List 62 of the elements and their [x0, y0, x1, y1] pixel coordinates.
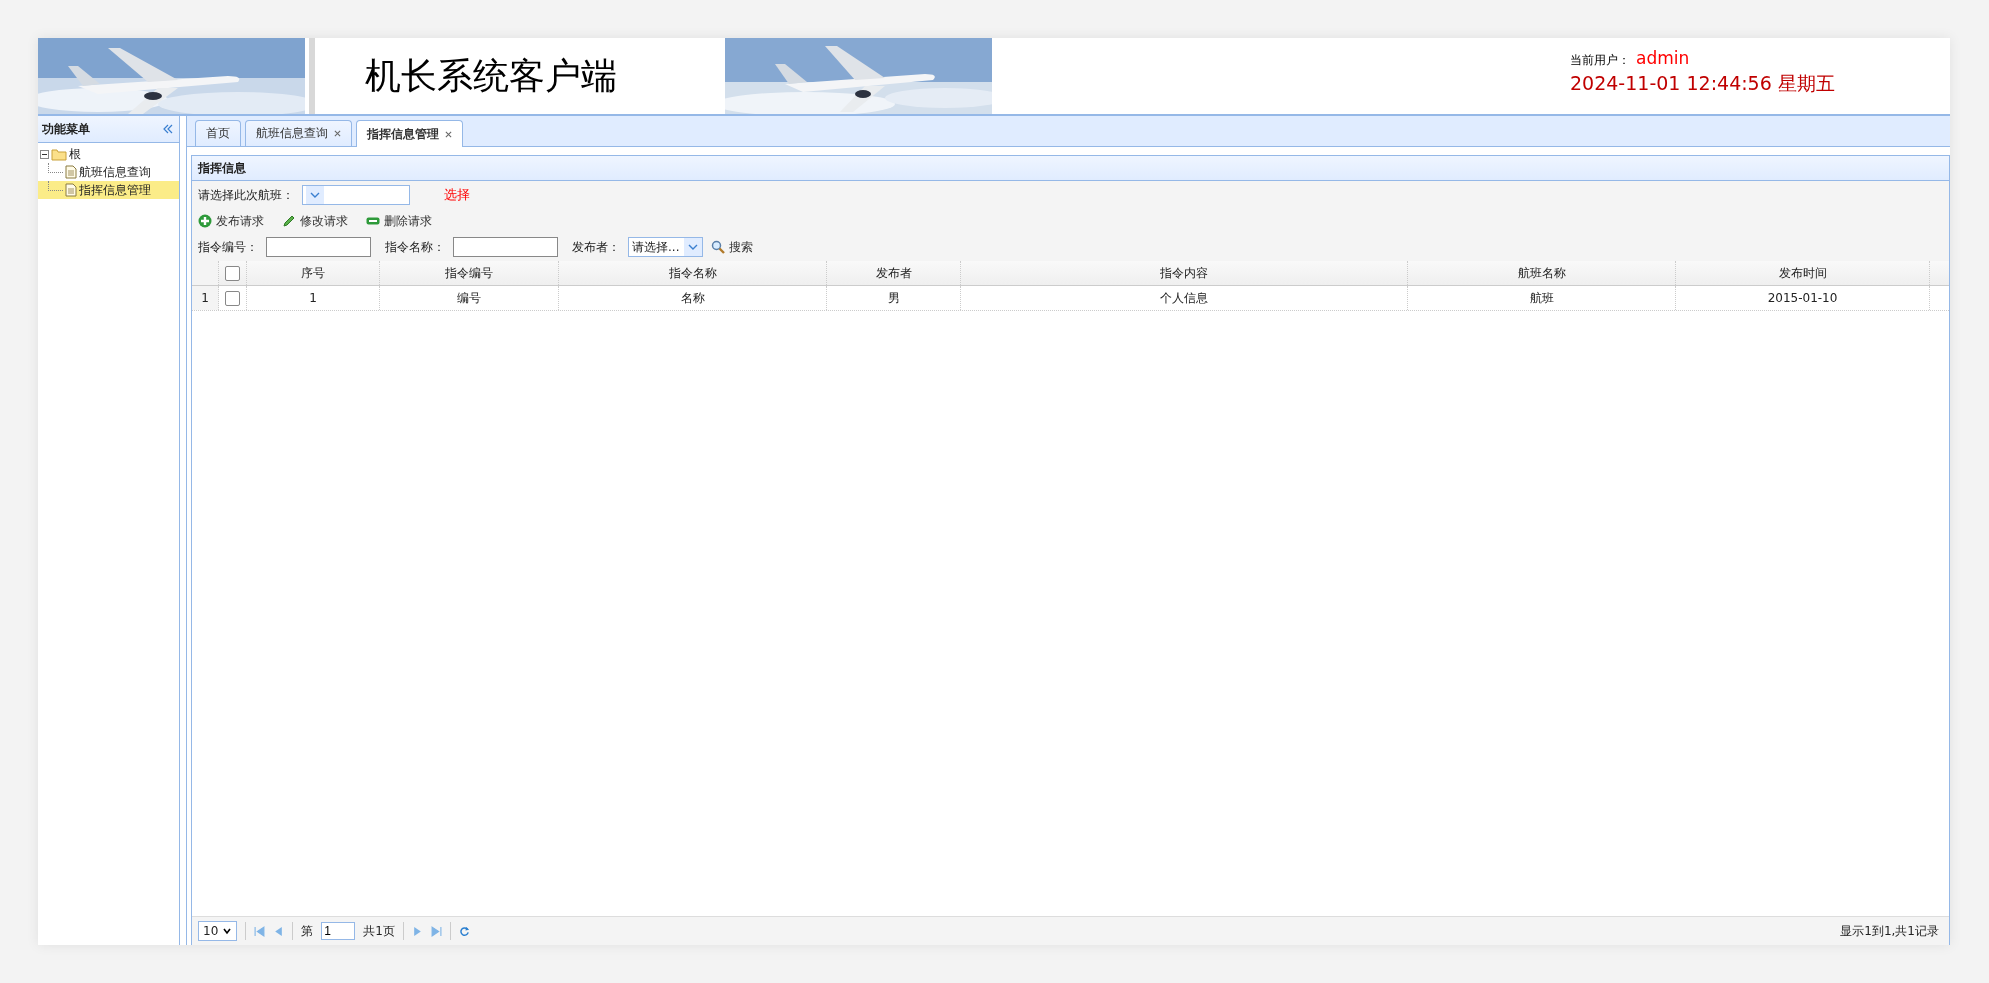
select-link[interactable]: 选择 [444, 186, 470, 204]
tree-item[interactable]: 指挥信息管理 [38, 181, 179, 199]
page-summary: 显示1到1,共1记录 [1840, 922, 1939, 940]
tab[interactable]: 首页 [195, 120, 241, 146]
page-prefix: 第 [301, 922, 314, 940]
refresh-icon[interactable] [458, 925, 470, 937]
folder-icon [51, 147, 67, 161]
action-button[interactable]: 发布请求 [198, 212, 268, 230]
column-header[interactable]: 指令名称 [559, 261, 827, 285]
table-cell: 个人信息 [961, 286, 1408, 310]
search-icon [711, 240, 725, 254]
action-button[interactable]: 修改请求 [282, 212, 352, 230]
table-cell: 编号 [380, 286, 559, 310]
tab[interactable]: 航班信息查询 [245, 120, 352, 146]
tree-item[interactable]: 根 [69, 145, 81, 163]
collapse-toggle-icon[interactable] [40, 149, 49, 159]
table-cell: 男 [827, 286, 961, 310]
input-field[interactable] [266, 237, 371, 257]
filter-label: 发布者： [572, 238, 620, 256]
user-label: 当前用户： [1570, 51, 1630, 69]
select-all-checkbox[interactable] [225, 265, 240, 281]
publisher-select[interactable]: 请选择... [628, 237, 703, 257]
page-size-select[interactable]: 10 [198, 921, 238, 941]
last-page-icon[interactable] [430, 925, 442, 937]
column-header[interactable]: 发布者 [827, 261, 961, 285]
action-button[interactable]: 删除请求 [366, 212, 436, 230]
page-total: 共1页 [363, 922, 395, 940]
next-page-icon[interactable] [411, 925, 423, 937]
close-icon[interactable] [445, 130, 452, 138]
previous-page-icon[interactable] [273, 925, 285, 937]
search-button[interactable]: 搜索 [711, 238, 757, 256]
first-page-icon[interactable] [254, 925, 266, 937]
panel-title: 指挥信息 [198, 159, 246, 177]
column-header[interactable]: 指令内容 [961, 261, 1408, 285]
row-number: 1 [192, 286, 219, 310]
input-field[interactable] [453, 237, 558, 257]
collapse-icon[interactable] [163, 124, 173, 134]
filter-label: 指令名称： [385, 238, 445, 256]
document-icon [65, 183, 77, 197]
page-input[interactable]: 1 [321, 922, 356, 940]
app-title: 机长系统客户端 [365, 53, 617, 98]
column-header[interactable]: 航班名称 [1408, 261, 1676, 285]
tree-item[interactable]: 航班信息查询 [38, 163, 179, 181]
table-cell: 2015-01-10 [1676, 286, 1930, 310]
filter-label: 指令编号： [198, 238, 258, 256]
flight-select[interactable] [302, 185, 410, 205]
sidebar-title: 功能菜单 [42, 120, 90, 138]
tab[interactable]: 指挥信息管理 [356, 120, 463, 147]
column-header[interactable]: 指令编号 [380, 261, 559, 285]
document-icon [65, 165, 77, 179]
row-checkbox[interactable] [225, 290, 240, 306]
plus-icon [198, 214, 212, 228]
column-header[interactable]: 序号 [247, 261, 380, 285]
table-cell: 1 [247, 286, 380, 310]
flight-label: 请选择此次航班： [198, 186, 294, 204]
user-name: admin [1636, 47, 1690, 68]
pencil-icon [282, 214, 296, 228]
table-cell: 名称 [559, 286, 827, 310]
column-header[interactable]: 发布时间 [1676, 261, 1930, 285]
table-cell: 航班 [1408, 286, 1676, 310]
date-time: 2024-11-01 12:44:56 星期五 [1570, 70, 1836, 96]
close-icon[interactable] [334, 130, 341, 137]
